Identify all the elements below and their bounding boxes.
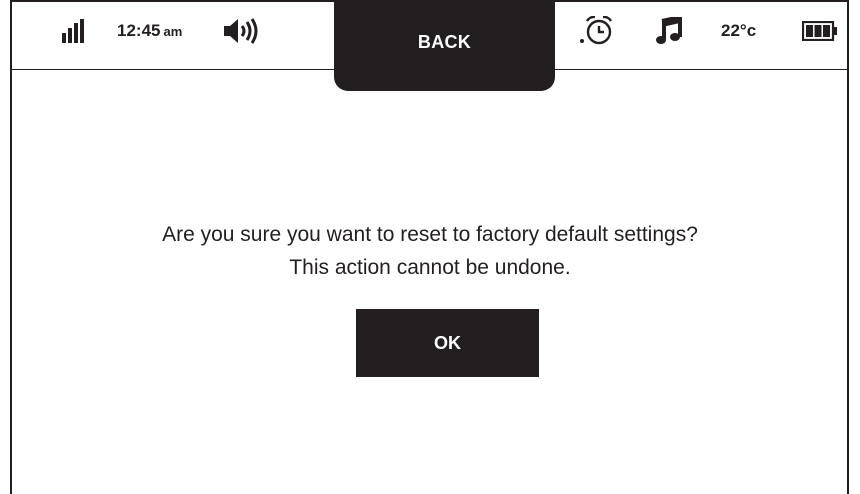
message-line-2: This action cannot be undone.: [289, 256, 571, 279]
speaker-volume-icon[interactable]: [224, 0, 264, 62]
time-value: 12:45: [117, 21, 161, 40]
temperature-readout: 22°c: [721, 21, 757, 40]
reset-confirmation-message: Are you sure you want to reset to factor…: [0, 218, 860, 284]
back-button[interactable]: BACK: [334, 0, 555, 91]
music-note-icon[interactable]: [656, 0, 682, 62]
clock-time: 12:45 am: [117, 0, 182, 62]
battery-full-icon: [802, 0, 838, 62]
signal-bars-icon: [62, 0, 86, 62]
back-button-label: BACK: [417, 32, 472, 52]
message-line-1: Are you sure you want to reset to factor…: [162, 223, 698, 246]
ok-button-label: OK: [434, 332, 461, 353]
time-suffix: am: [163, 23, 183, 39]
ok-button[interactable]: OK: [356, 309, 539, 377]
alarm-clock-icon[interactable]: [580, 0, 614, 62]
